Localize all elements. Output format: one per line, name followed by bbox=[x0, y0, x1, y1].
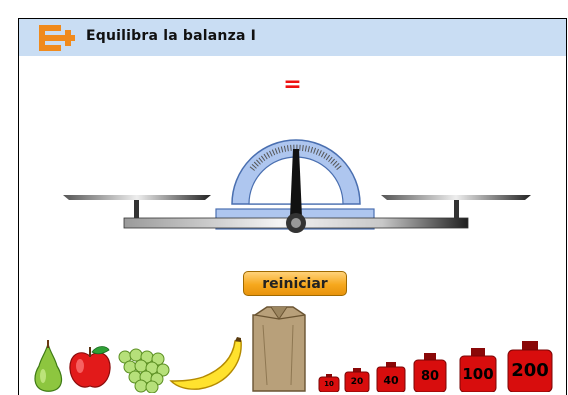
weight-10[interactable]: 10 bbox=[318, 374, 340, 392]
left-pan[interactable] bbox=[63, 195, 211, 220]
apple-icon[interactable] bbox=[67, 344, 113, 390]
pear-icon[interactable] bbox=[31, 340, 65, 392]
paper-bag-icon[interactable] bbox=[249, 305, 309, 395]
right-pan[interactable] bbox=[381, 195, 531, 220]
weight-100[interactable]: 100 bbox=[459, 348, 497, 392]
banana-icon[interactable] bbox=[169, 337, 245, 392]
weight-label: 40 bbox=[383, 374, 399, 387]
weight-200[interactable]: 200 bbox=[507, 341, 553, 392]
weight-20[interactable]: 20 bbox=[344, 368, 370, 392]
grapes-icon[interactable] bbox=[115, 347, 171, 393]
reset-button[interactable]: reiniciar bbox=[243, 271, 347, 296]
weight-label: 100 bbox=[462, 365, 494, 383]
weight-40[interactable]: 40 bbox=[376, 362, 406, 392]
weight-80[interactable]: 80 bbox=[413, 353, 447, 392]
balance-scale bbox=[63, 139, 531, 233]
weight-label: 200 bbox=[511, 360, 549, 381]
weight-label: 80 bbox=[420, 369, 440, 384]
weight-label: 10 bbox=[324, 380, 334, 388]
game-frame: Equilibra la balanza I = reiniciar 10 20… bbox=[18, 18, 567, 395]
weight-label: 20 bbox=[350, 377, 364, 387]
